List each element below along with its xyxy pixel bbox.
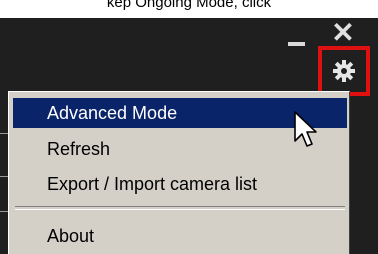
menu-item-label: Refresh [47,139,111,159]
gear-icon [333,60,355,82]
settings-button[interactable] [318,46,370,96]
partial-top-text: kep Ongoing Mode, click [106,0,272,11]
top-strip: kep Ongoing Mode, click [0,0,378,18]
menu-separator [15,206,345,210]
menu-item-export-import[interactable]: Export / Import camera list [13,169,347,199]
mouse-pointer-icon [294,111,317,147]
menu-item-label: Advanced Mode [47,103,178,123]
menu-item-label: About [47,226,95,246]
menu-item-about[interactable]: About [13,221,347,251]
close-icon[interactable]: ✕ [326,18,360,48]
minimize-icon[interactable] [275,30,313,48]
menu-item-label: Export / Import camera list [47,174,258,194]
